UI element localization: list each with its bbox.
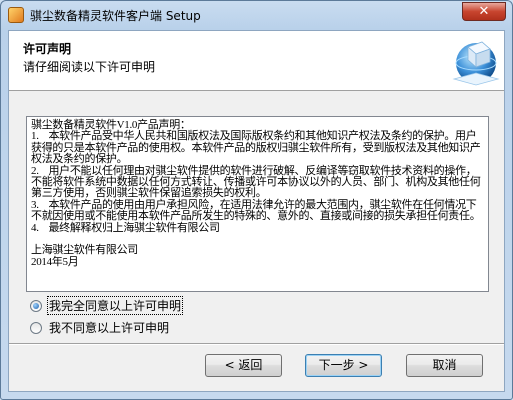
- window-title: 骐尘数备精灵软件客户端 Setup: [30, 9, 201, 23]
- agree-label[interactable]: 我完全同意以上许可申明: [46, 296, 184, 315]
- agree-option[interactable]: 我完全同意以上许可申明: [30, 296, 184, 315]
- disagree-option[interactable]: 我不同意以上许可申明: [30, 319, 170, 336]
- close-button[interactable]: ✕: [462, 2, 506, 21]
- installer-globe-icon: [452, 41, 500, 86]
- setup-window: 骐尘数备精灵软件客户端 Setup ✕ 许可声明 请仔细阅读以下许可申明 骐尘数…: [0, 0, 513, 400]
- next-button[interactable]: 下一步 >: [305, 354, 382, 377]
- agree-radio[interactable]: [30, 299, 42, 312]
- footer-divider: [9, 343, 504, 345]
- page-title: 许可声明: [23, 42, 72, 56]
- disagree-label[interactable]: 我不同意以上许可申明: [48, 319, 170, 336]
- license-textbox[interactable]: 骐尘数备精灵软件V1.0产品声明： 1. 本软件产品受中华人民共和国版权法及国际…: [26, 116, 489, 292]
- title-bar[interactable]: 骐尘数备精灵软件客户端 Setup ✕: [1, 1, 512, 29]
- disagree-radio[interactable]: [30, 321, 42, 334]
- license-text: 骐尘数备精灵软件V1.0产品声明： 1. 本软件产品受中华人民共和国版权法及国际…: [31, 119, 481, 268]
- installer-panel: 许可声明 请仔细阅读以下许可申明 骐尘数备精灵软件V1.0产品声明： 1. 本软…: [8, 30, 505, 392]
- page-subtitle: 请仔细阅读以下许可申明: [23, 60, 156, 74]
- back-button[interactable]: < 返回: [205, 354, 282, 377]
- cancel-button[interactable]: 取消: [406, 354, 483, 377]
- page-header: 许可声明 请仔细阅读以下许可申明: [9, 31, 504, 91]
- app-icon: [8, 7, 24, 23]
